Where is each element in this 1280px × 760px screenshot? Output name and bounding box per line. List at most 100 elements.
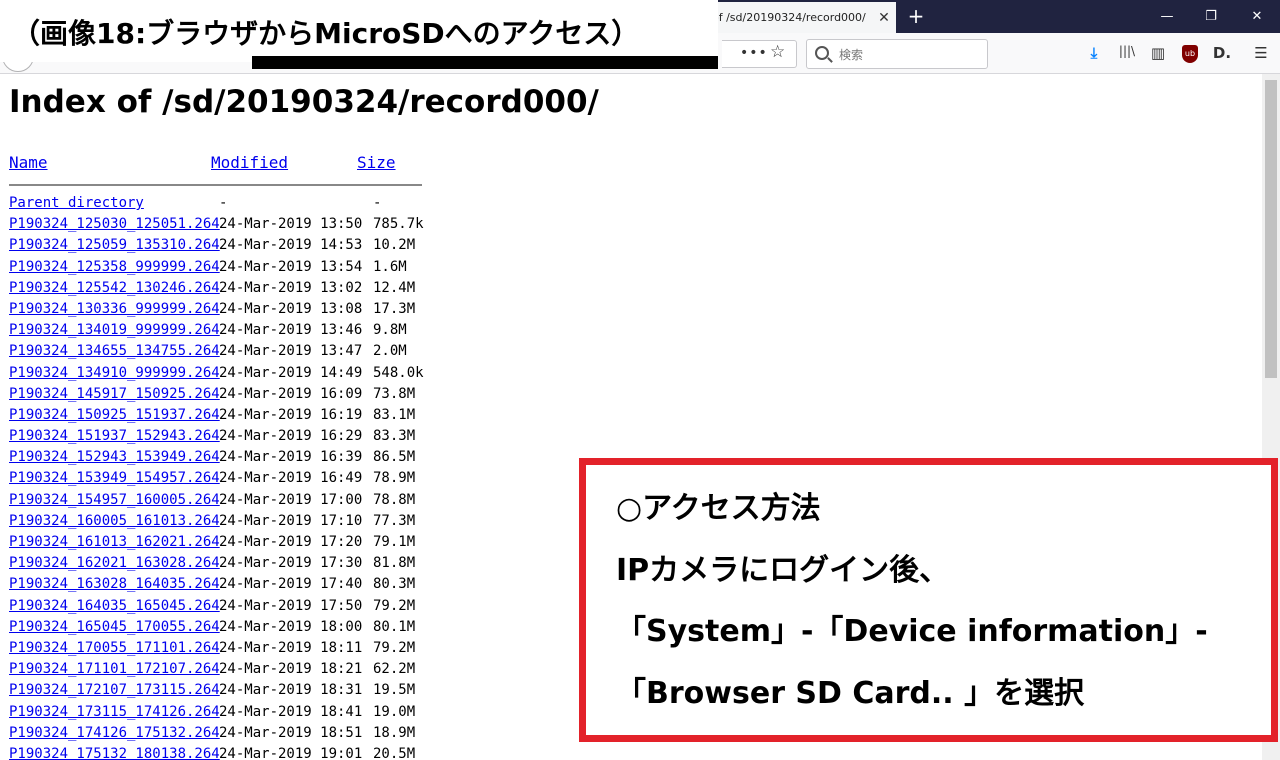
file-size: 79.1M [373, 534, 416, 550]
file-link[interactable]: P190324_174126_175132.264 [9, 723, 220, 744]
file-link[interactable]: P190324_172107_173115.264 [9, 680, 220, 701]
tab-close-icon[interactable]: ✕ [872, 10, 896, 26]
file-row: P190324_170055_171101.26424-Mar-2019 18:… [9, 638, 424, 659]
caption-overlay: （画像18:ブラウザからMicroSDへのアクセス） [0, 0, 718, 62]
file-row: P190324_162021_163028.26424-Mar-2019 17:… [9, 553, 424, 574]
file-link[interactable]: P190324_150925_151937.264 [9, 405, 220, 426]
file-size: 83.1M [373, 406, 416, 423]
instruction-line: 「System」-「Device information」- [616, 614, 1208, 649]
file-size: 73.8M [373, 385, 416, 402]
file-link[interactable]: P190324_171101_172107.264 [9, 659, 220, 680]
library-icon[interactable]: |||\ [1116, 44, 1138, 58]
file-row: P190324_134910_999999.26424-Mar-2019 14:… [9, 363, 424, 384]
file-link[interactable]: P190324_134910_999999.264 [9, 363, 220, 384]
file-size: 1.6M [373, 258, 407, 275]
scrollbar-thumb[interactable] [1265, 80, 1277, 378]
file-modified: 24-Mar-2019 16:39 [219, 449, 363, 466]
file-link[interactable]: P190324_130336_999999.264 [9, 299, 220, 320]
file-row: P190324_152943_153949.26424-Mar-2019 16:… [9, 447, 424, 468]
parent-size: - [373, 195, 382, 211]
file-size: 62.2M [373, 661, 416, 678]
search-icon [815, 46, 829, 60]
file-modified: 24-Mar-2019 18:41 [219, 703, 363, 720]
minimize-icon[interactable]: — [1144, 0, 1190, 33]
file-link[interactable]: P190324_145917_150925.264 [9, 384, 220, 405]
file-modified: 24-Mar-2019 16:09 [219, 385, 363, 402]
file-link[interactable]: P190324_152943_153949.264 [9, 447, 220, 468]
download-icon[interactable]: ⤓ [1083, 44, 1105, 62]
file-link[interactable]: P190324_125358_999999.264 [9, 257, 220, 278]
restore-icon[interactable]: ❐ [1188, 0, 1234, 33]
search-input[interactable]: 検索 [806, 39, 988, 69]
file-modified: 24-Mar-2019 13:08 [219, 300, 363, 317]
file-row: P190324_125030_125051.26424-Mar-2019 13:… [9, 214, 424, 235]
file-row: P190324_130336_999999.26424-Mar-2019 13:… [9, 299, 424, 320]
file-row: P190324_125059_135310.26424-Mar-2019 14:… [9, 235, 424, 256]
file-row: P190324_134655_134755.26424-Mar-2019 13:… [9, 341, 424, 362]
window-close-icon[interactable]: ✕ [1234, 0, 1280, 33]
file-size: 19.5M [373, 682, 416, 699]
file-link[interactable]: P190324_125030_125051.264 [9, 214, 220, 235]
file-size: 80.3M [373, 576, 416, 593]
dashlane-icon[interactable]: D. [1211, 44, 1233, 62]
file-link[interactable]: P190324_162021_163028.264 [9, 553, 220, 574]
file-row: P190324_175132_180138.26424-Mar-2019 19:… [9, 744, 424, 760]
file-size: 81.8M [373, 555, 416, 572]
bookmark-star-icon[interactable]: ☆ [770, 42, 785, 62]
file-row: P190324_172107_173115.26424-Mar-2019 18:… [9, 680, 424, 701]
file-modified: 24-Mar-2019 14:53 [219, 237, 363, 254]
new-tab-icon[interactable]: + [903, 4, 929, 28]
page-title: Index of /sd/20190324/record000/ [9, 84, 599, 120]
parent-modified: - [219, 195, 228, 211]
file-link[interactable]: P190324_134019_999999.264 [9, 320, 220, 341]
file-link[interactable]: P190324_163028_164035.264 [9, 574, 220, 595]
file-modified: 24-Mar-2019 17:30 [219, 555, 363, 572]
ublock-icon[interactable]: ub [1182, 45, 1198, 63]
file-link[interactable]: P190324_173115_174126.264 [9, 702, 220, 723]
file-modified: 24-Mar-2019 17:20 [219, 534, 363, 550]
file-link[interactable]: P190324_164035_165045.264 [9, 596, 220, 617]
file-modified: 24-Mar-2019 17:50 [219, 597, 363, 614]
file-size: 9.8M [373, 322, 407, 339]
file-modified: 24-Mar-2019 18:31 [219, 682, 363, 699]
file-link[interactable]: P190324_151937_152943.264 [9, 426, 220, 447]
instruction-line: 「Browser SD Card.. 」を選択 [616, 676, 1085, 711]
file-row: P190324_134019_999999.26424-Mar-2019 13:… [9, 320, 424, 341]
file-row: P190324_145917_150925.26424-Mar-2019 16:… [9, 384, 424, 405]
file-link[interactable]: P190324_153949_154957.264 [9, 468, 220, 489]
file-size: 79.2M [373, 597, 416, 614]
file-size: 17.3M [373, 300, 416, 317]
column-name-link[interactable]: Name [9, 153, 48, 172]
file-link[interactable]: P190324_161013_162021.264 [9, 532, 220, 553]
file-link[interactable]: P190324_154957_160005.264 [9, 490, 220, 511]
file-link[interactable]: P190324_125542_130246.264 [9, 278, 220, 299]
file-size: 548.0k [373, 364, 424, 381]
file-modified: 24-Mar-2019 14:49 [219, 364, 363, 381]
parent-row: Parent directory - - [9, 193, 424, 214]
file-link[interactable]: P190324_170055_171101.264 [9, 638, 220, 659]
file-link[interactable]: P190324_134655_134755.264 [9, 341, 220, 362]
file-size: 78.9M [373, 470, 416, 487]
file-link[interactable]: P190324_165045_170055.264 [9, 617, 220, 638]
file-row: P190324_174126_175132.26424-Mar-2019 18:… [9, 723, 424, 744]
active-tab[interactable]: of /sd/20190324/record000/ ✕ [706, 2, 896, 33]
parent-directory-link[interactable]: Parent directory [9, 193, 219, 214]
sidebar-icon[interactable]: ▥ [1147, 44, 1169, 62]
menu-icon[interactable]: ☰ [1250, 44, 1272, 62]
file-row: P190324_125542_130246.26424-Mar-2019 13:… [9, 278, 424, 299]
column-modified-link[interactable]: Modified [211, 153, 288, 172]
file-row: P190324_153949_154957.26424-Mar-2019 16:… [9, 468, 424, 489]
file-modified: 24-Mar-2019 17:00 [219, 491, 363, 508]
file-modified: 24-Mar-2019 16:29 [219, 428, 363, 445]
file-row: P190324_164035_165045.26424-Mar-2019 17:… [9, 596, 424, 617]
file-size: 2.0M [373, 343, 407, 360]
file-link[interactable]: P190324_175132_180138.264 [9, 744, 220, 760]
column-size-link[interactable]: Size [357, 153, 396, 172]
file-link[interactable]: P190324_125059_135310.264 [9, 235, 220, 256]
file-link[interactable]: P190324_160005_161013.264 [9, 511, 220, 532]
instruction-heading: ○アクセス方法 [616, 491, 821, 526]
file-modified: 24-Mar-2019 18:11 [219, 639, 363, 656]
redaction-bar [252, 56, 718, 69]
file-size: 78.8M [373, 491, 416, 508]
page-actions-icon[interactable]: ••• [740, 45, 768, 61]
